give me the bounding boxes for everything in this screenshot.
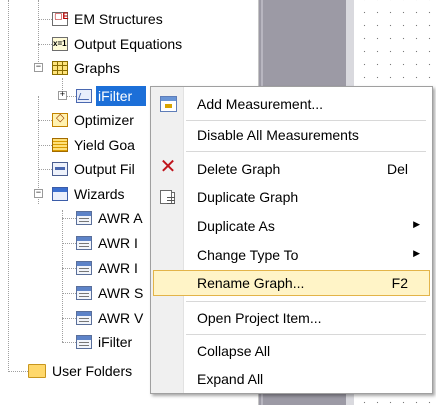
menu-separator [186, 120, 426, 121]
tree-connector [38, 120, 52, 121]
tree-item-label: AWR I [98, 235, 138, 251]
menu-item-label: Add Measurement... [197, 96, 324, 112]
output-equations-icon [52, 37, 68, 51]
menu-item-label: Open Project Item... [197, 310, 322, 326]
tree-item-user-folders[interactable]: User Folders [28, 359, 134, 383]
wizard-item-icon [76, 261, 92, 275]
tree-item-ifilter-graph[interactable]: iFilter [76, 84, 147, 108]
tree-item-label: Graphs [74, 60, 120, 76]
menu-item-collapse-all[interactable]: Collapse All [153, 338, 430, 364]
shortcut-key: F2 [391, 275, 408, 291]
submenu-arrow-icon: ▶ [413, 219, 420, 229]
tree-item-label: Output Equations [74, 36, 183, 52]
tree-item-label: Wizards [74, 186, 125, 202]
tree-item-wizard[interactable]: AWR I [76, 231, 140, 255]
tree-item-label: EM Structures [74, 11, 163, 27]
tree-connector [62, 318, 76, 319]
tree-connector [62, 342, 76, 343]
collapse-wizards-toggle[interactable]: − [34, 189, 43, 198]
tree-item-yield-goals[interactable]: Yield Goa [52, 133, 137, 157]
tree-item-wizard[interactable]: AWR I [76, 256, 140, 280]
tree-connector [62, 218, 76, 219]
tree-item-label: iFilter [96, 86, 147, 106]
menu-item-label: Collapse All [197, 343, 271, 359]
tree-connector [62, 268, 76, 269]
tree-item-label: Output Fil [74, 161, 135, 177]
menu-item-delete-graph[interactable]: ✕ Delete Graph Del [153, 156, 430, 182]
menu-item-expand-all[interactable]: Expand All [153, 366, 430, 392]
em-structures-icon [52, 11, 69, 26]
menu-item-disable-all-measurements[interactable]: Disable All Measurements [153, 122, 430, 148]
wizard-item-icon [76, 311, 92, 325]
tree-item-wizard[interactable]: AWR A [76, 206, 145, 230]
menu-item-label: Duplicate Graph [197, 189, 299, 205]
tree-item-output-files[interactable]: Output Fil [52, 157, 137, 181]
context-menu: Add Measurement... Disable All Measureme… [150, 86, 433, 394]
tree-item-label: Yield Goa [74, 137, 135, 153]
menu-separator [186, 151, 426, 152]
tree-connector [8, 371, 28, 372]
tree-connector [38, 0, 39, 68]
shortcut-key: Del [386, 161, 408, 177]
collapse-graphs-toggle[interactable]: − [34, 63, 43, 72]
submenu-arrow-icon: ▶ [413, 248, 420, 258]
wizard-item-icon [76, 286, 92, 300]
menu-item-open-project-item[interactable]: Open Project Item... [153, 305, 430, 331]
menu-separator [186, 334, 426, 335]
menu-item-label: Disable All Measurements [197, 127, 359, 143]
tree-connector [38, 19, 52, 20]
tree-item-output-equations[interactable]: Output Equations [52, 32, 184, 56]
tree-item-label: iFilter [98, 334, 133, 350]
tree-item-wizard[interactable]: iFilter [76, 330, 134, 354]
tree-connector [38, 169, 52, 170]
menu-item-rename-graph[interactable]: Rename Graph... F2 [153, 270, 430, 296]
menu-item-change-type-to[interactable]: Change Type To ▶ [153, 242, 430, 268]
tree-connector [8, 0, 9, 372]
folder-icon [28, 364, 46, 378]
wizards-icon [52, 187, 68, 201]
tree-item-label: AWR S [98, 285, 144, 301]
tree-item-label: User Folders [52, 363, 133, 379]
tree-item-label: Optimizer [74, 112, 134, 128]
menu-item-label: Change Type To [197, 247, 299, 263]
tree-connector [62, 243, 76, 244]
wizard-item-icon [76, 211, 92, 225]
menu-item-duplicate-graph[interactable]: Duplicate Graph [153, 184, 430, 210]
menu-item-duplicate-as[interactable]: Duplicate As ▶ [153, 213, 430, 239]
tree-item-optimizer[interactable]: Optimizer [52, 108, 136, 132]
tree-connector [62, 293, 76, 294]
tree-item-em-structures[interactable]: EM Structures [52, 7, 165, 31]
output-files-icon [52, 162, 68, 176]
tree-item-label: AWR V [98, 310, 144, 326]
wizard-item-icon [76, 236, 92, 250]
tree-item-wizards[interactable]: Wizards [52, 182, 127, 206]
tree-item-graphs[interactable]: Graphs [52, 56, 122, 80]
yield-goals-icon [52, 138, 68, 152]
menu-item-label: Delete Graph [197, 161, 281, 177]
menu-item-label: Rename Graph... [197, 275, 305, 291]
tree-item-label: AWR A [98, 210, 143, 226]
graphs-icon [52, 61, 68, 75]
expand-ifilter-toggle[interactable]: + [58, 91, 67, 100]
tree-connector [38, 145, 52, 146]
optimizer-icon [52, 111, 68, 127]
tree-item-wizard[interactable]: AWR S [76, 281, 145, 305]
menu-item-label: Duplicate As [197, 218, 275, 234]
wizard-item-icon [76, 335, 92, 349]
graph-icon [76, 89, 92, 103]
menu-item-add-measurement[interactable]: Add Measurement... [153, 91, 430, 117]
tree-item-label: AWR I [98, 260, 138, 276]
duplicate-icon [160, 190, 175, 204]
menu-item-label: Expand All [197, 371, 264, 387]
tree-item-wizard[interactable]: AWR V [76, 306, 145, 330]
tree-connector [38, 44, 52, 45]
add-measurement-icon [160, 96, 177, 112]
delete-icon: ✕ [159, 156, 177, 178]
tree-connector [62, 210, 63, 342]
menu-separator [186, 301, 426, 302]
